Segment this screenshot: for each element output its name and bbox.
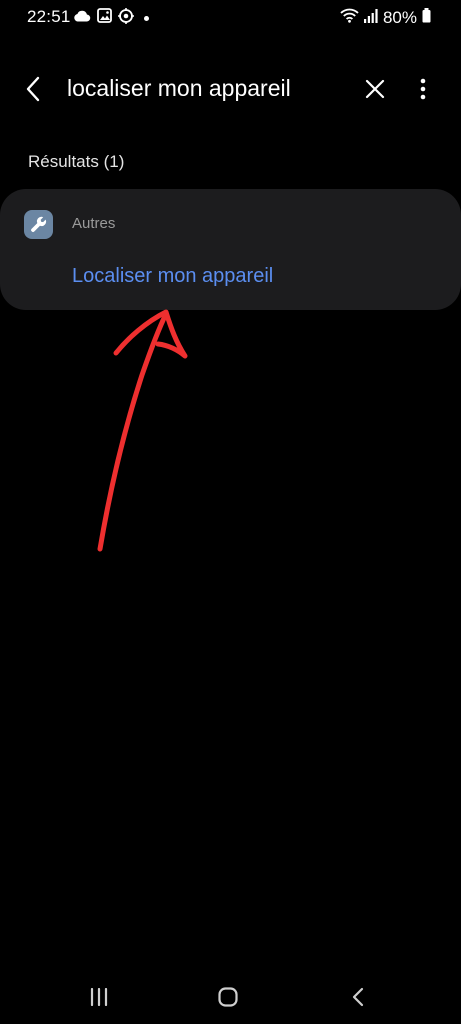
home-button[interactable] xyxy=(208,982,248,1012)
nav-back-button[interactable] xyxy=(338,982,378,1012)
search-header: localiser mon appareil xyxy=(0,58,461,122)
signal-icon xyxy=(363,8,378,28)
status-bar: 22:51 80% xyxy=(0,0,461,36)
close-icon xyxy=(365,79,385,99)
location-target-icon xyxy=(118,7,134,29)
battery-percent: 80% xyxy=(382,8,417,27)
image-icon xyxy=(97,8,112,28)
recents-button[interactable] xyxy=(79,982,119,1012)
back-button[interactable] xyxy=(18,74,48,104)
wifi-icon xyxy=(340,8,359,28)
navigation-bar xyxy=(0,970,461,1024)
recents-icon xyxy=(90,988,108,1006)
results-count: Résultats (1) xyxy=(28,152,125,171)
back-icon xyxy=(352,987,364,1007)
result-category-label: Autres xyxy=(72,215,116,232)
more-options-button[interactable] xyxy=(408,74,438,104)
search-input[interactable]: localiser mon appareil xyxy=(67,75,291,102)
clear-search-button[interactable] xyxy=(360,74,390,104)
wrench-icon xyxy=(24,210,53,239)
home-icon xyxy=(218,987,238,1007)
cloud-icon xyxy=(73,9,91,27)
result-card: Autres Localiser mon appareil xyxy=(0,189,461,310)
result-link-localiser-mon-appareil[interactable]: Localiser mon appareil xyxy=(72,265,273,288)
back-arrow-icon xyxy=(26,76,40,102)
status-icons-right: 80% xyxy=(340,8,431,28)
more-vertical-icon xyxy=(420,78,426,100)
status-time: 22:51 xyxy=(27,7,71,26)
status-icons-left xyxy=(73,7,149,29)
battery-icon xyxy=(422,8,431,28)
notification-dot xyxy=(144,15,149,21)
